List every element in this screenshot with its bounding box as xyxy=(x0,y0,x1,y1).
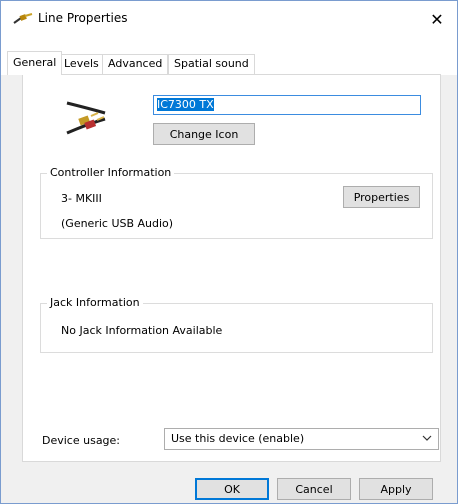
device-usage-value: Use this device (enable) xyxy=(171,432,305,445)
ok-button[interactable]: OK xyxy=(195,478,269,500)
title-bar[interactable]: Line Properties ✕ xyxy=(1,1,457,37)
cancel-label: Cancel xyxy=(295,482,333,496)
window-title: Line Properties xyxy=(38,11,128,25)
chevron-down-icon xyxy=(422,435,432,441)
controller-properties-button[interactable]: Properties xyxy=(343,186,420,208)
audio-cable-icon xyxy=(13,13,33,24)
device-usage-label: Device usage: xyxy=(42,434,121,447)
tab-spatial-sound[interactable]: Spatial sound xyxy=(168,54,255,74)
tab-general[interactable]: General xyxy=(7,51,63,75)
controller-information-group: Controller Information 3- MKIII (Generic… xyxy=(40,166,433,239)
tab-levels[interactable]: Levels xyxy=(58,54,105,74)
rca-cable-icon xyxy=(66,101,106,135)
cancel-button[interactable]: Cancel xyxy=(277,478,351,500)
change-icon-button[interactable]: Change Icon xyxy=(153,123,255,145)
apply-button[interactable]: Apply xyxy=(359,478,433,500)
change-icon-label: Change Icon xyxy=(169,127,239,141)
jack-information-title: Jack Information xyxy=(47,296,143,309)
controller-driver: (Generic USB Audio) xyxy=(61,217,174,230)
close-button[interactable]: ✕ xyxy=(417,1,457,37)
ok-label: OK xyxy=(224,482,240,496)
general-tab-panel: IC7300 TX Change Icon Controller Informa… xyxy=(22,74,441,462)
controller-information-title: Controller Information xyxy=(47,166,175,179)
tab-advanced[interactable]: Advanced xyxy=(102,54,169,74)
jack-information-group: Jack Information No Jack Information Ava… xyxy=(40,296,433,353)
controller-name: 3- MKIII xyxy=(61,192,102,205)
properties-label: Properties xyxy=(353,190,410,204)
device-name-value: IC7300 TX xyxy=(157,98,214,111)
tab-bar: General Levels Advanced Spatial sound xyxy=(1,37,457,75)
jack-status: No Jack Information Available xyxy=(61,324,223,337)
apply-label: Apply xyxy=(380,482,412,496)
line-properties-window: Line Properties ✕ General Levels Advance… xyxy=(0,0,458,504)
device-usage-select[interactable]: Use this device (enable) xyxy=(164,428,439,450)
close-icon: ✕ xyxy=(430,9,444,29)
device-name-input[interactable]: IC7300 TX xyxy=(153,95,421,115)
